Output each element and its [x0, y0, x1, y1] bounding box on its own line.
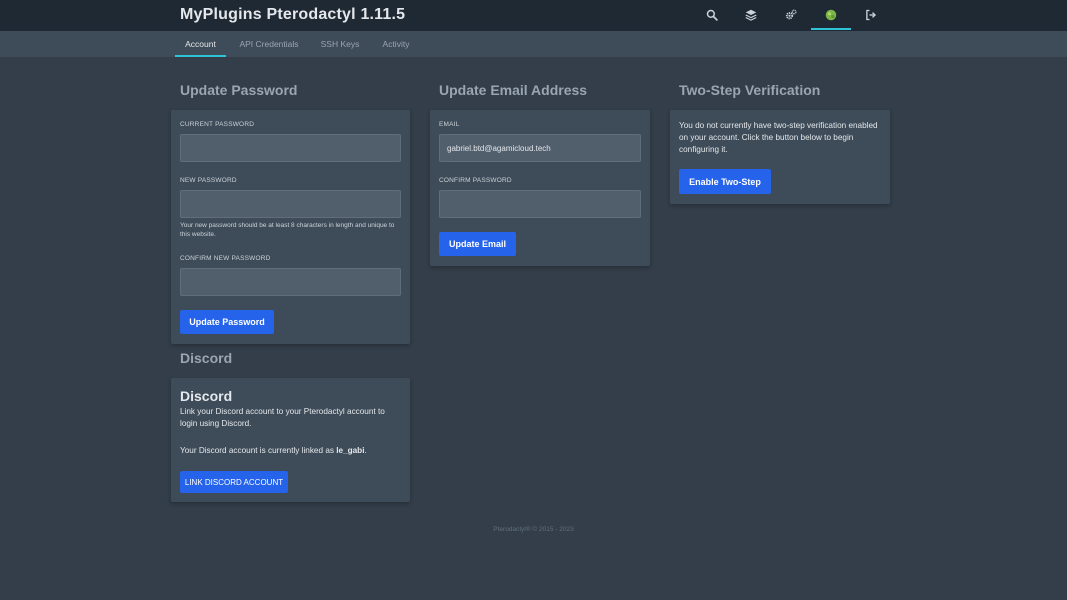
avatar-icon[interactable]	[811, 0, 851, 29]
cogs-icon[interactable]	[771, 0, 811, 29]
discord-description: Link your Discord account to your Pterod…	[180, 407, 385, 428]
update-email-title: Update Email Address	[439, 82, 588, 98]
current-password-label: CURRENT PASSWORD	[180, 121, 255, 128]
update-email-button[interactable]: Update Email	[439, 232, 516, 256]
sign-out-icon[interactable]	[851, 0, 891, 29]
discord-card-title: Discord	[180, 388, 233, 404]
update-password-title: Update Password	[180, 82, 298, 98]
footer-copyright: Pterodactyl® © 2015 - 2023	[493, 526, 574, 533]
new-password-input[interactable]	[180, 190, 401, 218]
enable-two-step-button[interactable]: Enable Two-Step	[679, 169, 771, 194]
discord-linked-status: Your Discord account is currently linked…	[180, 445, 404, 457]
discord-linked-suffix: .	[364, 446, 367, 455]
discord-linked-prefix: Your Discord account is currently linked…	[180, 446, 337, 455]
discord-linked-username: le_gabi	[336, 446, 365, 455]
new-password-hint: Your new password should be at least 8 c…	[180, 222, 395, 238]
email-input[interactable]: gabriel.btd@agamicloud.tech	[439, 134, 641, 162]
confirm-new-password-input[interactable]	[180, 268, 401, 296]
two-step-description: You do not currently have two-step verif…	[679, 121, 878, 154]
top-navbar: MyPlugins Pterodactyl 1.11.5	[0, 0, 1067, 31]
link-discord-account-button[interactable]: LINK DISCORD ACCOUNT	[180, 471, 288, 493]
confirm-new-password-label: CONFIRM NEW PASSWORD	[180, 255, 271, 262]
tab-account[interactable]: Account	[175, 31, 226, 57]
layers-icon[interactable]	[731, 0, 771, 29]
tab-api-credentials[interactable]: API Credentials	[234, 31, 304, 57]
discord-section-title: Discord	[180, 350, 233, 366]
new-password-label: NEW PASSWORD	[180, 177, 237, 184]
current-password-input[interactable]	[180, 134, 401, 162]
confirm-password-label: CONFIRM PASSWORD	[439, 177, 512, 184]
search-icon[interactable]	[692, 0, 732, 29]
tab-activity[interactable]: Activity	[376, 31, 416, 57]
two-step-title: Two-Step Verification	[679, 82, 821, 98]
confirm-password-input[interactable]	[439, 190, 641, 218]
account-subnav: Account API Credentials SSH Keys Activit…	[0, 31, 1067, 57]
update-password-button[interactable]: Update Password	[180, 310, 274, 334]
tab-ssh-keys[interactable]: SSH Keys	[316, 31, 364, 57]
avatar-active-indicator	[811, 28, 851, 30]
brand-title[interactable]: MyPlugins Pterodactyl 1.11.5	[180, 6, 405, 24]
email-label: EMAIL	[439, 121, 460, 128]
